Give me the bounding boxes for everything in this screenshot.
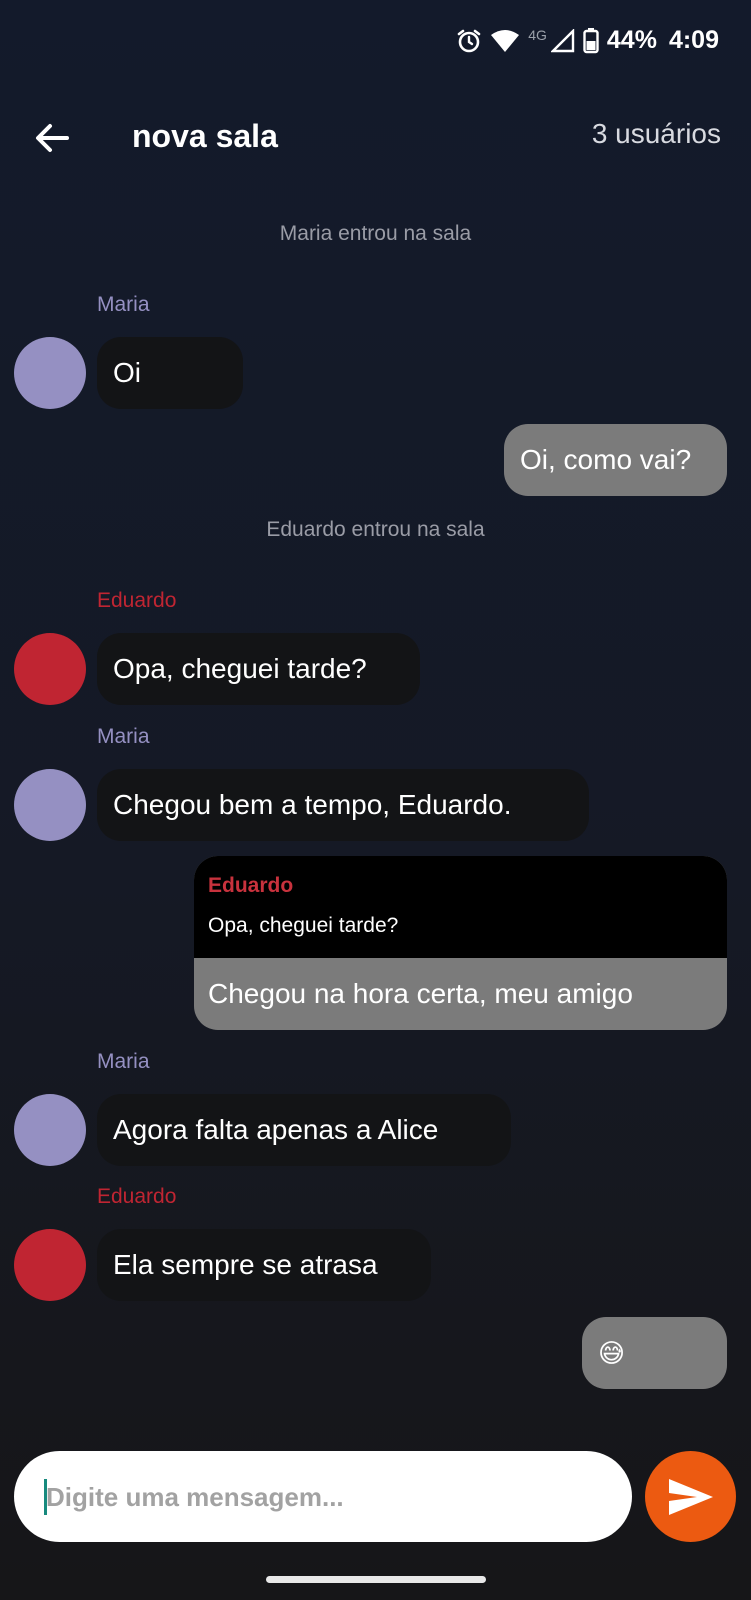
sender-name: Maria — [97, 293, 150, 316]
outgoing-reply-message[interactable]: Eduardo Opa, cheguei tarde? Chegou na ho… — [194, 856, 727, 1030]
signal-icon — [550, 28, 575, 52]
avatar[interactable] — [14, 1229, 86, 1301]
outgoing-message[interactable]: Oi, como vai? — [504, 424, 727, 496]
battery-level: 44% — [606, 26, 657, 54]
home-indicator[interactable] — [266, 1576, 486, 1583]
message-input[interactable] — [44, 1451, 608, 1544]
back-button[interactable] — [32, 118, 72, 158]
reply-text: Chegou na hora certa, meu amigo — [208, 978, 633, 1009]
incoming-message[interactable]: Chegou bem a tempo, Eduardo. — [97, 769, 589, 841]
clock: 4:09 — [668, 26, 719, 54]
sender-name: Maria — [97, 725, 150, 748]
sender-name: Eduardo — [97, 589, 177, 612]
outgoing-message[interactable]: 😅 — [582, 1317, 727, 1389]
sender-name: Eduardo — [97, 1185, 177, 1208]
avatar[interactable] — [14, 633, 86, 705]
battery-icon — [583, 27, 599, 53]
quoted-message[interactable]: Eduardo Opa, cheguei tarde? — [194, 856, 727, 958]
quoted-text: Opa, cheguei tarde? — [208, 914, 399, 937]
send-icon — [668, 1478, 713, 1515]
incoming-message[interactable]: Opa, cheguei tarde? — [97, 633, 420, 705]
text-cursor — [44, 1479, 47, 1515]
avatar[interactable] — [14, 769, 86, 841]
arrow-left-icon — [36, 124, 69, 152]
avatar[interactable] — [14, 337, 86, 409]
sender-name: Maria — [97, 1050, 150, 1073]
network-type: 4G — [528, 26, 547, 43]
user-count[interactable]: 3 usuários — [592, 118, 721, 150]
send-button[interactable] — [645, 1451, 736, 1542]
room-title: nova sala — [132, 118, 278, 154]
avatar[interactable] — [14, 1094, 86, 1166]
message-composer — [14, 1451, 632, 1544]
status-bar: 4G 44% 4:09 — [456, 26, 719, 55]
incoming-message[interactable]: Agora falta apenas a Alice — [97, 1094, 511, 1166]
system-message: Eduardo entrou na sala — [266, 518, 485, 541]
quoted-sender: Eduardo — [208, 874, 294, 897]
app-bar: nova sala 3 usuários — [0, 110, 751, 164]
incoming-message[interactable]: Ela sempre se atrasa — [97, 1229, 431, 1301]
incoming-message[interactable]: Oi — [97, 337, 243, 409]
system-message: Maria entrou na sala — [279, 222, 472, 245]
wifi-icon — [491, 29, 520, 52]
alarm-icon — [457, 29, 481, 52]
